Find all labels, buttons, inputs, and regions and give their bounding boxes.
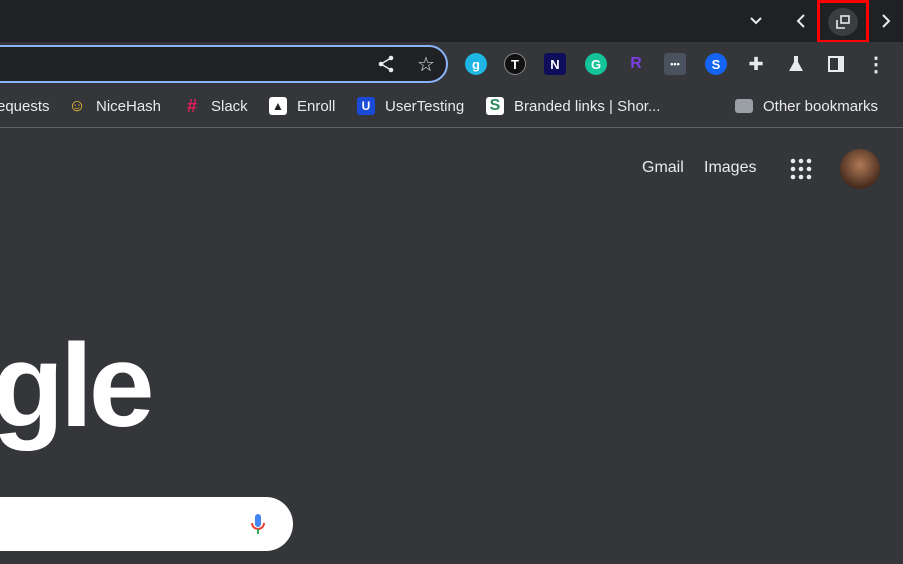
google-apps-icon[interactable]	[790, 158, 812, 180]
bookmark-label: equests	[0, 97, 50, 115]
nicehash-icon: ☺	[68, 96, 86, 115]
bookmark-star-icon[interactable]: ☆	[415, 53, 437, 76]
extension-n-icon[interactable]: N	[544, 53, 566, 75]
extension-s-icon[interactable]: S	[705, 53, 727, 75]
scroll-tabs-right-icon[interactable]	[876, 11, 896, 31]
bookmark-enroll[interactable]: ▲ Enroll	[269, 94, 335, 118]
slack-icon: #	[186, 95, 197, 116]
share-icon[interactable]	[375, 53, 397, 75]
profile-avatar[interactable]	[840, 149, 880, 189]
bookmark-usertesting[interactable]: U UserTesting	[357, 94, 464, 118]
bookmark-slack[interactable]: # Slack	[183, 94, 248, 118]
bookmark-label: UserTesting	[385, 97, 465, 115]
tab-search-chevron-down-icon[interactable]	[746, 11, 766, 31]
bookmark-label: Branded links | Shor...	[514, 97, 661, 115]
extension-t-icon[interactable]: T	[504, 53, 526, 75]
enroll-icon: ▲	[269, 97, 287, 115]
window-restore-icon[interactable]	[828, 8, 858, 36]
bookmark-label: Enroll	[297, 97, 336, 115]
side-panel-icon[interactable]	[825, 53, 847, 75]
bookmark-requests[interactable]: equests	[0, 94, 50, 118]
bookmark-label: NiceHash	[96, 97, 162, 115]
gmail-link[interactable]: Gmail	[642, 159, 684, 177]
images-link[interactable]: Images	[704, 159, 756, 177]
menu-kebab-icon[interactable]: ⋮	[865, 53, 887, 76]
scroll-tabs-left-icon[interactable]	[791, 11, 811, 31]
google-logo: gle	[0, 320, 154, 452]
extension-r-icon[interactable]: R	[625, 53, 647, 75]
extensions-puzzle-icon[interactable]: ✚	[745, 53, 767, 75]
tab-strip	[0, 0, 903, 42]
bookmark-branded-links[interactable]: S Branded links | Shor...	[486, 94, 660, 118]
voice-search-mic-icon[interactable]	[249, 512, 267, 538]
usertesting-icon: U	[357, 97, 375, 115]
extension-g-icon[interactable]: g	[465, 53, 487, 75]
bookmark-nicehash[interactable]: ☺ NiceHash	[68, 94, 161, 118]
bookmark-label: Other bookmarks	[763, 97, 879, 115]
folder-icon	[735, 99, 753, 113]
grammarly-icon[interactable]: G	[585, 53, 607, 75]
bookmark-label: Slack	[211, 97, 248, 115]
extension-dots-icon[interactable]: •••	[664, 53, 686, 75]
other-bookmarks[interactable]: Other bookmarks	[735, 94, 878, 118]
rebrandly-icon: S	[486, 97, 504, 115]
labs-flask-icon[interactable]	[785, 53, 807, 75]
